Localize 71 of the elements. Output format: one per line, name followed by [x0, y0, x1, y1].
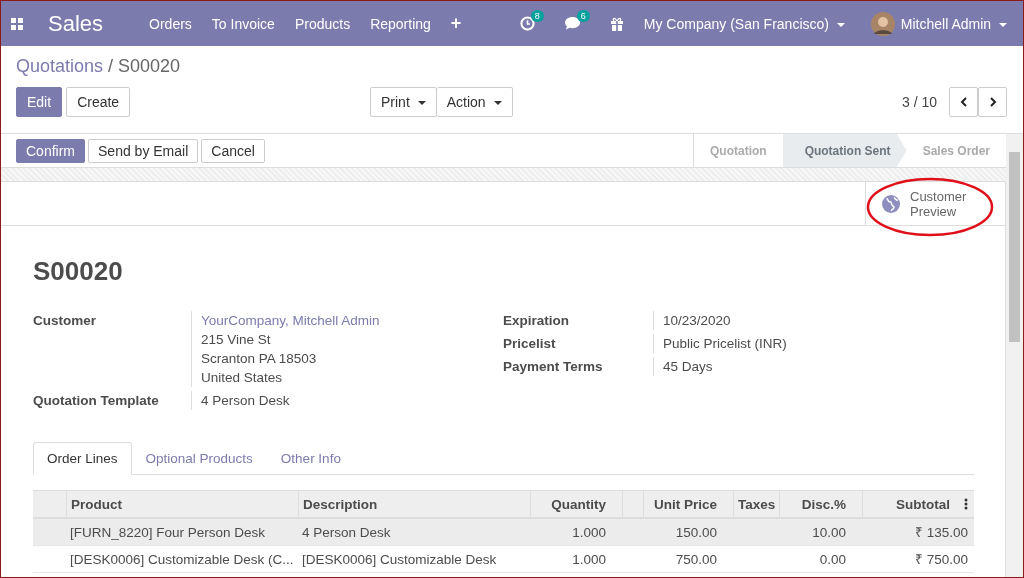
field-value: 4 Person Desk — [201, 392, 290, 410]
table-cell: 150.00 — [675, 524, 717, 540]
status-action-button[interactable]: Send by Email — [88, 138, 199, 163]
dropdown-button[interactable]: Print — [370, 87, 437, 117]
table-cell: 4 Person Desk — [302, 524, 391, 540]
table-cell: 10.00 — [812, 524, 846, 540]
menu-item[interactable]: Reporting — [370, 15, 431, 32]
field-value: 215 Vine St — [201, 331, 272, 349]
table-cell-text: ₹ 750.00 — [914, 551, 968, 568]
chevron-left-icon — [958, 97, 969, 107]
notification-badge: 6 — [576, 10, 590, 22]
chevron-right-icon — [987, 97, 998, 107]
menu-item[interactable]: + — [450, 13, 462, 34]
status-action-button[interactable]: Cancel — [201, 138, 265, 163]
status-action-button[interactable]: Confirm — [16, 138, 85, 163]
tab[interactable]: Other Info — [266, 442, 355, 475]
edit-button[interactable]: Edit — [16, 87, 63, 117]
field-value: United States — [201, 369, 284, 387]
table-cell: [DESK0006] Customizable Desk — [302, 551, 497, 567]
menu-item[interactable]: To Invoice — [211, 15, 275, 32]
table-cell: 750.00 — [675, 551, 717, 567]
scrollbar[interactable] — [1006, 134, 1023, 577]
column-header[interactable]: Unit Price — [653, 496, 717, 512]
chat-icon[interactable] — [563, 16, 581, 31]
pager-value: 3 / 10 — [901, 94, 937, 110]
app-title[interactable]: Sales — [48, 10, 104, 37]
field-label: Pricelist — [503, 335, 557, 353]
company-switcher[interactable]: My Company (San Francisco) — [643, 15, 845, 32]
column-header[interactable]: Product — [71, 496, 122, 512]
user-menu[interactable]: Mitchell Admin — [900, 15, 1007, 32]
field-value: 10/23/2020 — [663, 312, 731, 330]
field-label: Expiration — [503, 312, 570, 330]
tab[interactable]: Order Lines — [33, 442, 132, 475]
tab[interactable]: Optional Products — [131, 442, 267, 475]
notification-badge: 8 — [530, 10, 544, 22]
field-value: Scranton PA 18503 — [201, 350, 318, 368]
table-cell: 1.000 — [572, 524, 606, 540]
record-title: S00020 — [33, 256, 124, 287]
field-label: Payment Terms — [503, 358, 604, 376]
field-value: Public Pricelist (INR) — [663, 335, 787, 353]
field-label: Quotation Template — [33, 392, 160, 410]
table-cell: [DESK0006] Customizable Desk (C... — [70, 551, 294, 567]
avatar[interactable] — [870, 11, 895, 36]
column-header[interactable]: Quantity — [551, 496, 606, 512]
breadcrumb-current: / S00020 — [108, 56, 181, 76]
column-header[interactable]: Subtotal — [896, 496, 950, 512]
next-button[interactable] — [978, 87, 1007, 117]
field-label: Customer — [33, 312, 97, 330]
table-cell: [FURN_8220] Four Person Desk — [70, 524, 266, 540]
breadcrumb-link[interactable]: Quotations — [16, 56, 104, 76]
table-cell-text: ₹ 135.00 — [914, 524, 968, 541]
previous-button[interactable] — [949, 87, 978, 117]
clock-icon[interactable] — [519, 16, 535, 31]
stage-step[interactable]: Quotation — [693, 134, 783, 167]
menu-item[interactable]: Products — [294, 15, 351, 32]
table-cell: 0.00 — [819, 551, 846, 567]
column-header[interactable]: Description — [303, 496, 378, 512]
menu-item[interactable]: Orders — [149, 15, 192, 32]
apps-icon[interactable] — [11, 17, 23, 30]
globe-icon — [882, 194, 900, 213]
gift-icon[interactable] — [609, 16, 624, 31]
create-button[interactable]: Create — [66, 87, 131, 117]
column-header[interactable]: Disc.% — [801, 496, 846, 512]
column-header[interactable]: Taxes — [738, 496, 776, 512]
stage-step[interactable]: Sales Order — [906, 134, 1006, 167]
table-cell: 1.000 — [572, 551, 606, 567]
dropdown-button[interactable]: Action — [436, 87, 513, 117]
customer-link[interactable]: YourCompany, Mitchell Admin — [201, 311, 380, 330]
field-value: 45 Days — [663, 358, 713, 376]
options-icon[interactable] — [964, 498, 968, 510]
stage-step[interactable]: Quotation Sent — [782, 134, 907, 167]
